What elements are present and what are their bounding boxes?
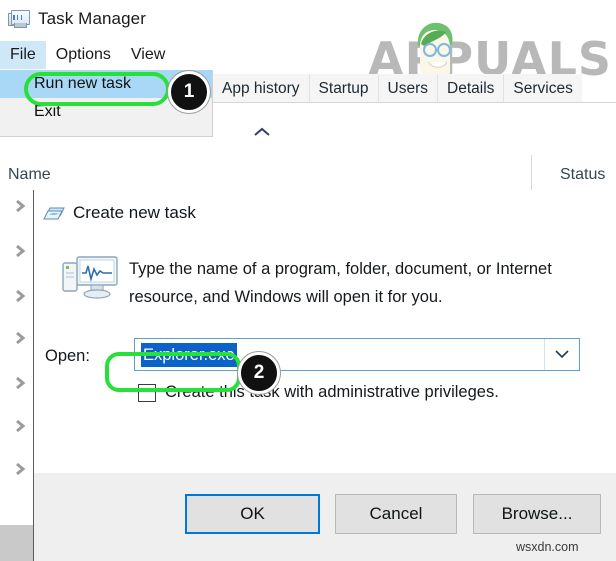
expander-chevron-icon[interactable] [13, 375, 27, 391]
menu-options[interactable]: Options [46, 41, 121, 69]
dialog-description: Type the name of a program, folder, docu… [129, 260, 552, 306]
expander-chevron-icon[interactable] [13, 288, 27, 304]
tab-app-history[interactable]: App history [212, 74, 309, 102]
column-divider [531, 152, 532, 194]
process-list-divider [33, 190, 34, 561]
browse-button[interactable]: Browse... [473, 494, 601, 534]
menu-file[interactable]: File [0, 41, 46, 69]
column-header-status[interactable]: Status [560, 166, 605, 184]
site-watermark: wsxdn.com [516, 540, 579, 554]
open-label: Open: [45, 347, 90, 365]
scrollbar-thumb[interactable] [0, 525, 33, 561]
computer-monitor-icon [62, 256, 118, 299]
tab-users[interactable]: Users [377, 74, 438, 102]
menu-view[interactable]: View [121, 41, 175, 69]
task-manager-icon [8, 9, 30, 29]
expander-chevron-icon[interactable] [13, 198, 27, 214]
expander-chevron-icon[interactable] [13, 243, 27, 259]
callout-badge-1: 1 [168, 71, 210, 113]
window-title-bar: Task Manager [0, 0, 616, 38]
create-new-task-dialog: Create new task Type the name of a progr… [33, 190, 616, 561]
dialog-title: Create new task [73, 203, 196, 222]
admin-privileges-label: Create this task with administrative pri… [165, 383, 499, 401]
ok-button[interactable]: OK [185, 494, 320, 534]
chevron-down-icon[interactable] [545, 339, 579, 370]
open-input-value[interactable]: Explorer.exe [141, 343, 237, 367]
collapse-chevron-up-icon[interactable] [252, 126, 272, 138]
admin-privileges-checkbox[interactable] [138, 383, 156, 402]
tab-startup[interactable]: Startup [308, 74, 378, 102]
menu-bar: File Options View [0, 40, 616, 70]
callout-badge-2: 2 [238, 352, 280, 394]
tab-details[interactable]: Details [437, 74, 504, 102]
dialog-title-bar: Create new task [33, 190, 616, 238]
task-manager-window: Task Manager File Options View App histo… [0, 0, 616, 561]
expander-chevron-icon[interactable] [13, 461, 27, 477]
expander-chevron-icon[interactable] [13, 418, 27, 434]
window-title: Task Manager [38, 9, 146, 28]
column-header-name[interactable]: Name [8, 166, 51, 184]
chevron-down-glyph [555, 350, 569, 359]
open-combobox[interactable]: Explorer.exe [134, 338, 580, 371]
admin-privileges-checkbox-row[interactable]: Create this task with administrative pri… [138, 383, 499, 402]
tab-services[interactable]: Services [503, 74, 582, 102]
expander-chevron-icon[interactable] [13, 330, 27, 346]
cancel-button[interactable]: Cancel [335, 494, 457, 534]
dialog-body: Type the name of a program, folder, docu… [33, 237, 616, 513]
close-icon[interactable] [609, 202, 616, 228]
new-task-icon [43, 207, 65, 220]
